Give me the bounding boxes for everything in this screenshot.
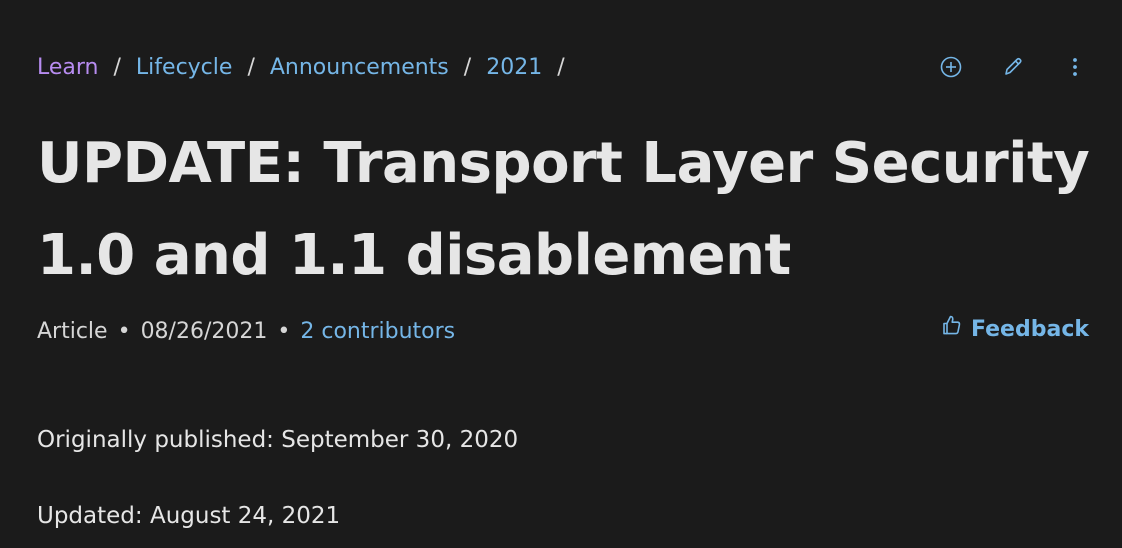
- updated-text: Updated: August 24, 2021: [37, 503, 341, 529]
- page-actions: [906, 50, 1092, 84]
- pencil-icon: [1002, 56, 1024, 78]
- breadcrumb: Learn / Lifecycle / Announcements / 2021…: [37, 52, 580, 84]
- breadcrumb-separator: /: [557, 55, 565, 80]
- breadcrumb-separator: /: [113, 55, 121, 80]
- breadcrumb-item-2021[interactable]: 2021: [486, 52, 542, 84]
- contributors-link[interactable]: 2 contributors: [300, 316, 455, 348]
- breadcrumb-separator: /: [247, 55, 255, 80]
- edit-button[interactable]: [996, 50, 1030, 84]
- feedback-label: Feedback: [971, 317, 1089, 342]
- feedback-button[interactable]: Feedback: [941, 314, 1089, 346]
- breadcrumb-separator: /: [463, 55, 472, 80]
- originally-published-text: Originally published: September 30, 2020: [37, 427, 519, 453]
- thumbs-up-icon: [941, 314, 971, 346]
- breadcrumb-item-lifecycle[interactable]: Lifecycle: [136, 52, 233, 84]
- breadcrumb-item-announcements[interactable]: Announcements: [270, 52, 449, 84]
- article-metadata: Article • 08/26/2021 • 2 contributors: [37, 316, 455, 348]
- breadcrumb-item-learn[interactable]: Learn: [37, 52, 99, 84]
- add-circle-icon: [940, 56, 962, 78]
- more-options-button[interactable]: [1058, 50, 1092, 84]
- meta-bullet: •: [277, 319, 291, 344]
- article-date: 08/26/2021: [140, 319, 268, 344]
- article-type: Article: [37, 319, 108, 344]
- meta-bullet: •: [117, 319, 131, 344]
- add-collection-button[interactable]: [934, 50, 968, 84]
- more-vertical-icon: [1071, 56, 1079, 78]
- page-title: UPDATE: Transport Layer Security 1.0 and…: [37, 131, 1090, 288]
